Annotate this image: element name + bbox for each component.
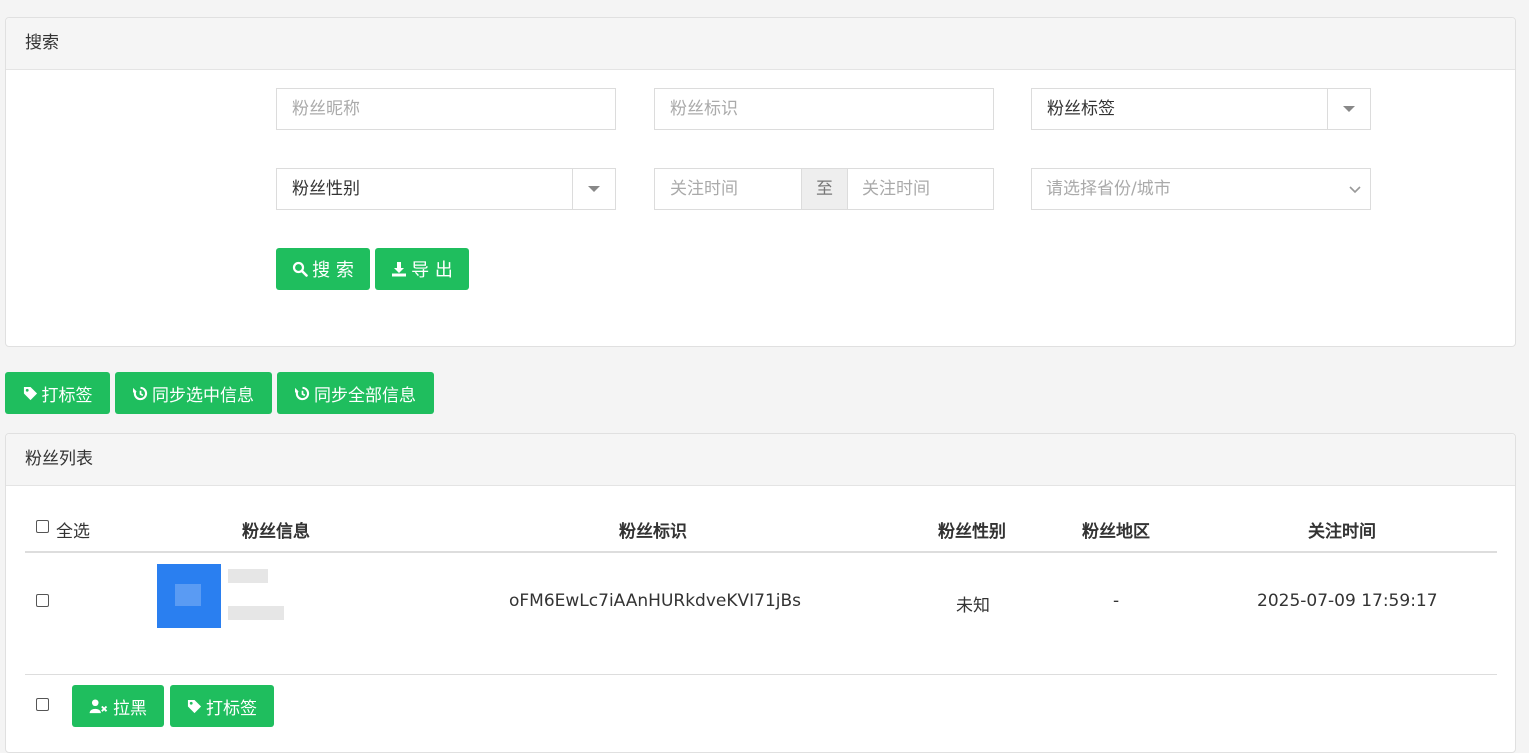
tag-select-value: 粉丝标签 [1047, 99, 1115, 119]
tag-button[interactable]: 打标签 [5, 372, 110, 414]
follow-time-cell: 2025-07-09 17:59:17 [1257, 591, 1438, 611]
nickname-input[interactable] [276, 88, 616, 130]
column-header-openid: 粉丝标识 [619, 522, 687, 542]
blacklist-button[interactable]: 拉黑 [72, 685, 164, 727]
row-tag-button[interactable]: 打标签 [170, 685, 274, 727]
export-button-label: 导 出 [411, 260, 453, 281]
sync-selected-button[interactable]: 同步选中信息 [115, 372, 272, 414]
gender-cell: 未知 [956, 596, 990, 616]
search-icon [292, 261, 308, 277]
gender-select[interactable]: 粉丝性别 [276, 168, 616, 210]
openid-input[interactable] [654, 88, 994, 130]
select-all-label: 全选 [56, 522, 90, 542]
blacklist-button-label: 拉黑 [113, 698, 147, 719]
follow-end-input[interactable] [862, 169, 987, 209]
range-separator: 至 [801, 169, 848, 209]
select-all-checkbox[interactable] [36, 520, 49, 533]
search-button-label: 搜 索 [312, 260, 354, 281]
search-panel-title: 搜索 [6, 18, 1515, 70]
openid-cell: oFM6EwLc7iAAnHURkdveKVI71jBs [509, 591, 802, 611]
sync-selected-button-label: 同步选中信息 [152, 385, 254, 406]
openid-input-field[interactable] [670, 89, 993, 129]
user-times-icon [89, 698, 109, 714]
region-select-placeholder: 请选择省份/城市 [1046, 179, 1171, 199]
region-select[interactable]: 请选择省份/城市 [1031, 168, 1371, 210]
row-divider [25, 674, 1497, 675]
avatar [157, 564, 221, 628]
download-icon [391, 261, 407, 277]
sync-all-button-label: 同步全部信息 [314, 385, 416, 406]
column-header-follow-time: 关注时间 [1308, 522, 1376, 542]
footer-select-checkbox[interactable] [36, 698, 49, 711]
fans-list-panel: 粉丝列表 全选 粉丝信息 粉丝标识 粉丝性别 粉丝地区 关注时间 oFM6EwL… [5, 433, 1516, 753]
row-tag-button-label: 打标签 [206, 698, 257, 719]
region-cell: - [1113, 591, 1120, 611]
nickname-blurred [228, 569, 268, 583]
search-button[interactable]: 搜 索 [276, 248, 370, 290]
header-divider [25, 551, 1497, 553]
search-panel: 搜索 粉丝标签 粉丝性别 至 请选择省份/城市 搜 索 导 出 [5, 17, 1516, 347]
tag-button-label: 打标签 [41, 385, 93, 406]
tag-icon [187, 699, 202, 714]
column-header-gender: 粉丝性别 [938, 522, 1006, 542]
follow-time-range[interactable]: 至 [654, 168, 994, 210]
chevron-down-icon [1348, 169, 1362, 211]
caret-down-icon[interactable] [1327, 89, 1370, 129]
caret-down-icon[interactable] [572, 169, 615, 209]
row-checkbox[interactable] [36, 594, 49, 607]
tag-select[interactable]: 粉丝标签 [1031, 88, 1371, 130]
sync-all-button[interactable]: 同步全部信息 [277, 372, 434, 414]
history-icon [295, 386, 310, 401]
export-button[interactable]: 导 出 [375, 248, 469, 290]
nickname-input-field[interactable] [292, 89, 615, 129]
fans-list-title: 粉丝列表 [6, 434, 1515, 486]
follow-start-input[interactable] [670, 169, 800, 209]
gender-select-value: 粉丝性别 [292, 179, 360, 199]
tag-icon [23, 386, 38, 401]
history-icon [133, 386, 148, 401]
remark-blurred [228, 606, 284, 620]
column-header-fan-info: 粉丝信息 [242, 522, 310, 542]
column-header-region: 粉丝地区 [1082, 522, 1150, 542]
